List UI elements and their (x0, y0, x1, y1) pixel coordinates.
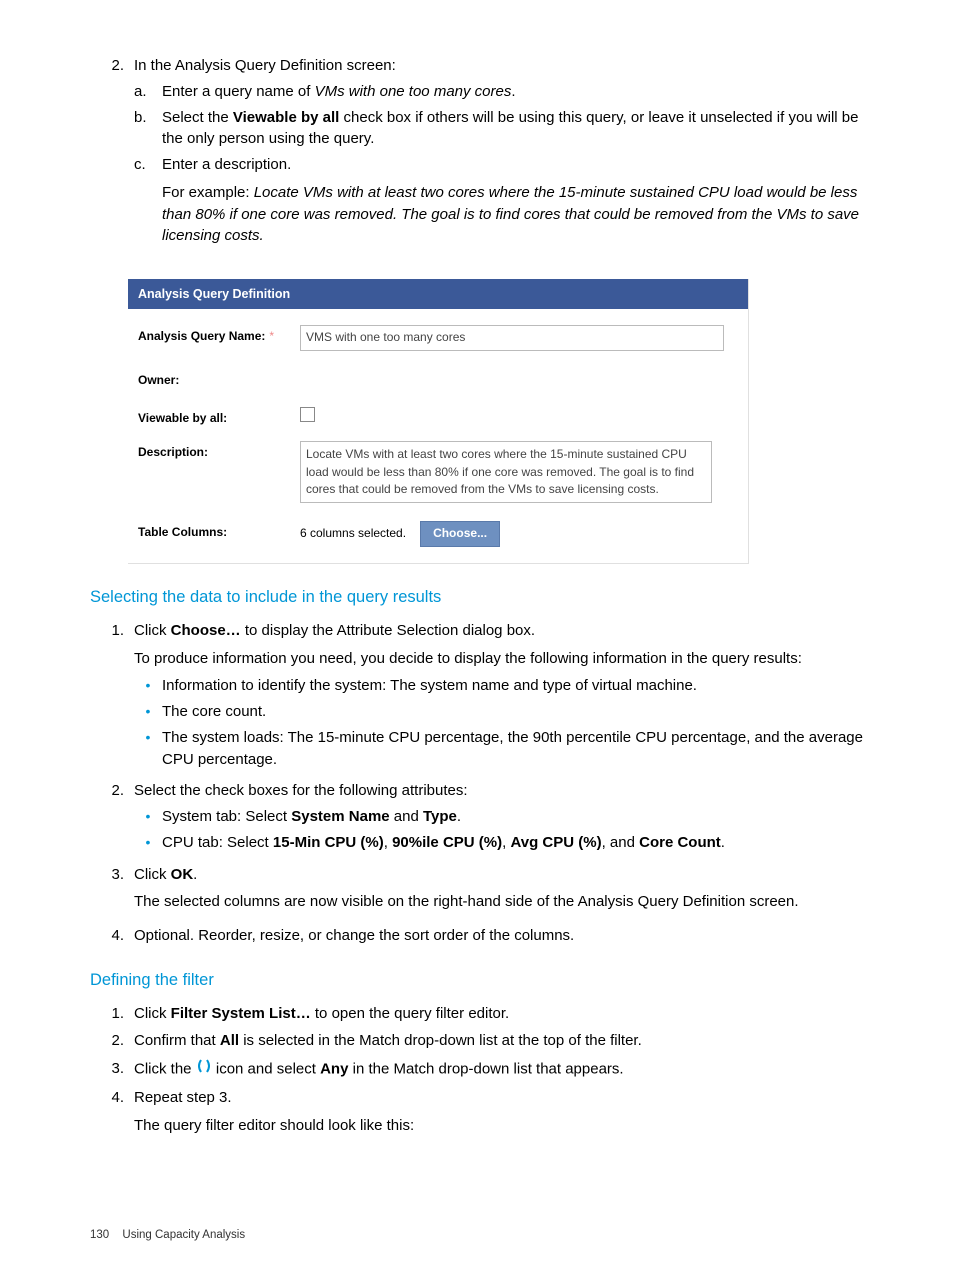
panel-header: Analysis Query Definition (128, 279, 748, 309)
bullet-icon: • (134, 675, 162, 697)
viewable-label: Viewable by all: (138, 407, 300, 427)
parentheses-icon (196, 1058, 212, 1081)
sec1-step4: 4. Optional. Reorder, resize, or change … (90, 925, 864, 947)
sec2-step3: 3. Click the icon and select Any in the … (90, 1058, 864, 1081)
columns-selected-text: 6 columns selected. (300, 525, 406, 542)
step-2b: b. Select the Viewable by all check box … (134, 107, 864, 151)
step-2a: a. Enter a query name of VMs with one to… (134, 81, 864, 103)
section-defining-filter: Defining the filter (90, 969, 864, 993)
sec1-step1: 1. Click Choose… to display the Attribut… (90, 620, 864, 775)
step-2c: c. Enter a description. For example: Loc… (134, 154, 864, 253)
sec1-step2: 2. Select the check boxes for the follow… (90, 780, 864, 857)
section-selecting-data: Selecting the data to include in the que… (90, 586, 864, 610)
page-number: 130 (90, 1229, 109, 1241)
sec1-step3: 3. Click OK. The selected columns are no… (90, 864, 864, 920)
step-number: 2. (90, 55, 134, 257)
step-2: 2. In the Analysis Query Definition scre… (90, 55, 864, 257)
query-definition-panel: Analysis Query Definition Analysis Query… (128, 279, 749, 564)
choose-button[interactable]: Choose... (420, 521, 500, 546)
query-name-input[interactable]: VMS with one too many cores (300, 325, 724, 350)
bullet-icon: • (134, 832, 162, 854)
bullet-icon: • (134, 727, 162, 771)
bullet-icon: • (134, 806, 162, 828)
viewable-checkbox[interactable] (300, 407, 315, 422)
chapter-title: Using Capacity Analysis (122, 1229, 245, 1241)
sec2-step2: 2. Confirm that All is selected in the M… (90, 1030, 864, 1052)
sec2-step4: 4. Repeat step 3. The query filter edito… (90, 1087, 864, 1143)
query-name-label: Analysis Query Name:* (138, 325, 300, 345)
sec2-step1: 1. Click Filter System List… to open the… (90, 1003, 864, 1025)
bullet-icon: • (134, 701, 162, 723)
description-label: Description: (138, 441, 300, 461)
table-columns-label: Table Columns: (138, 521, 300, 541)
owner-label: Owner: (138, 369, 300, 389)
page-footer: 130 Using Capacity Analysis (90, 1229, 245, 1241)
step-2-lead: In the Analysis Query Definition screen: (134, 55, 864, 77)
description-textarea[interactable]: Locate VMs with at least two cores where… (300, 441, 712, 503)
